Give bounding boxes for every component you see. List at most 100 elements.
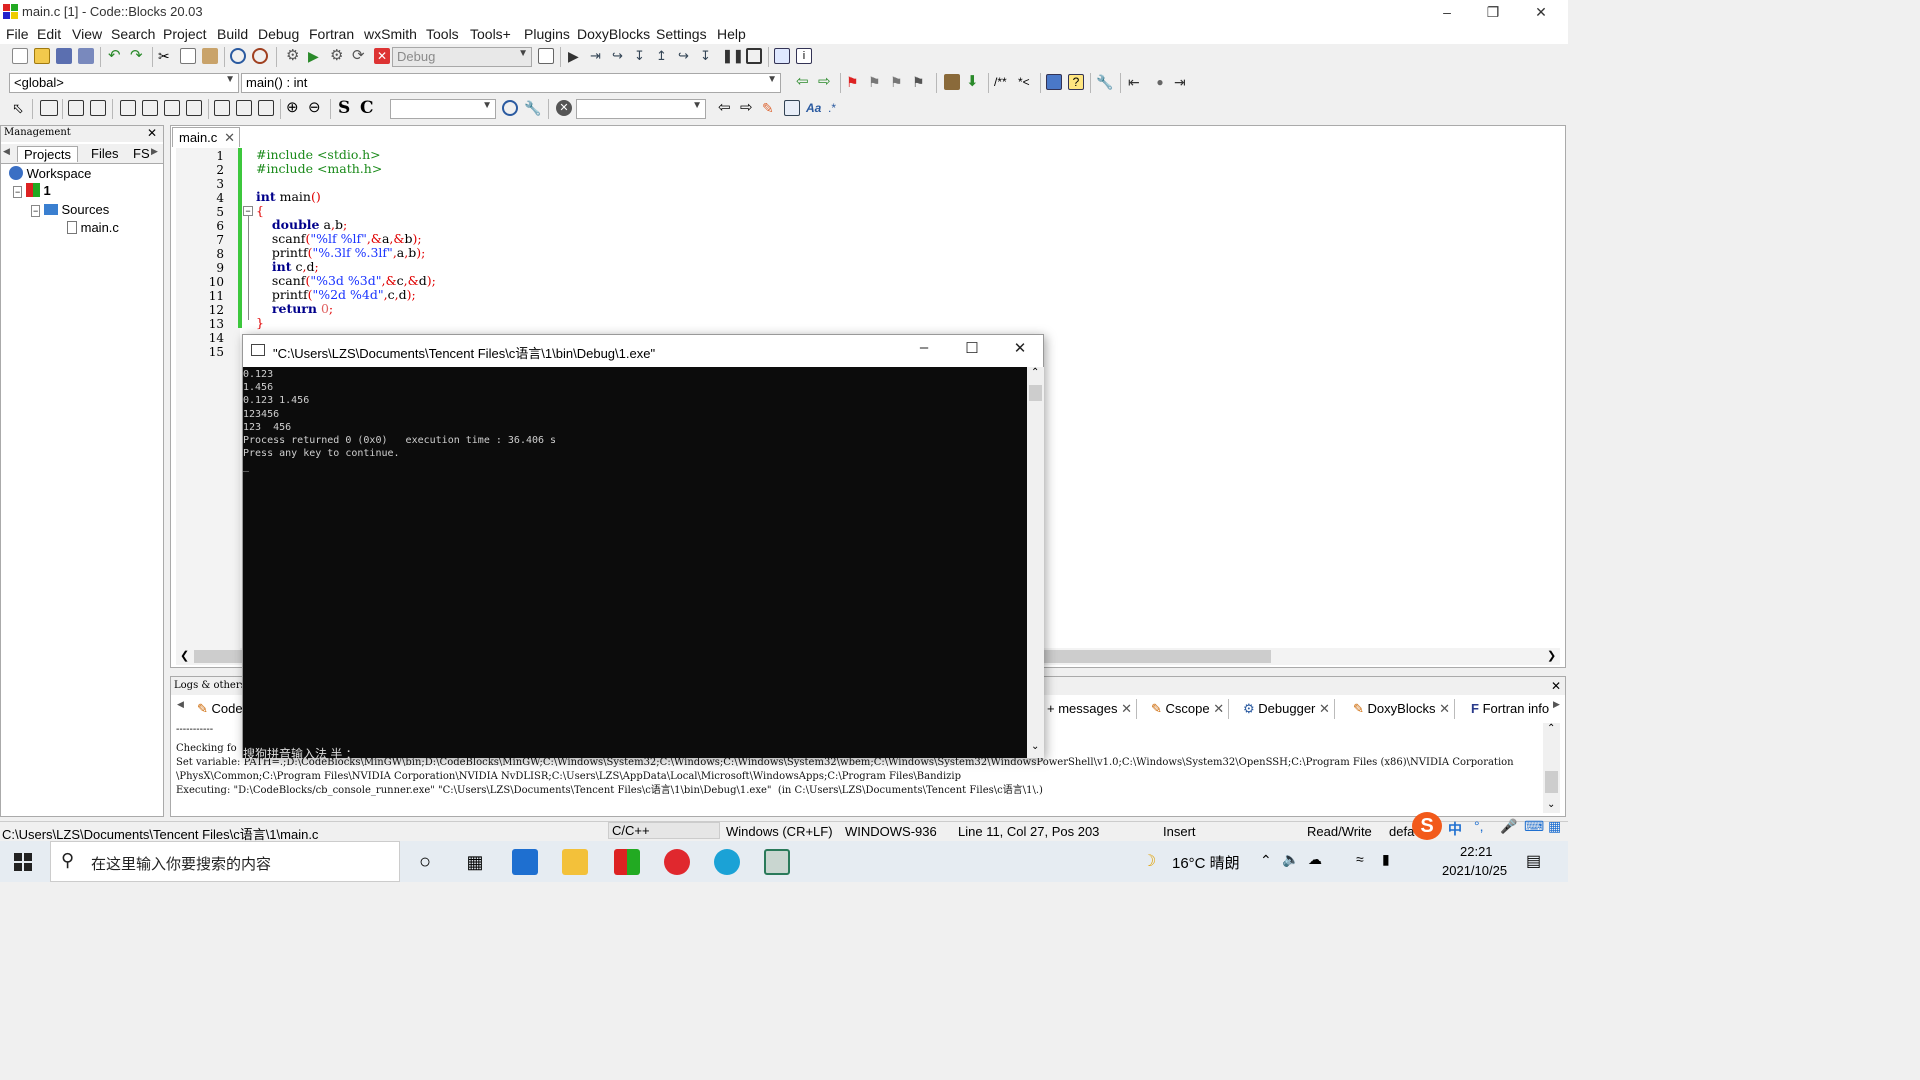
codeblocks-taskbar-icon[interactable] bbox=[614, 849, 640, 875]
save-icon[interactable] bbox=[56, 48, 72, 64]
pointer-icon[interactable]: ⬁ bbox=[12, 100, 28, 116]
log-tab-doxyblocks[interactable]: ✎ DoxyBlocks ✕ bbox=[1349, 699, 1455, 719]
record-icon[interactable]: ● bbox=[1152, 74, 1168, 90]
notification-icon[interactable]: ▤ bbox=[1526, 851, 1541, 871]
find-prev-icon[interactable]: ⇦ bbox=[718, 100, 734, 116]
scroll-down-icon[interactable]: ⌄ bbox=[1547, 799, 1555, 810]
status-language[interactable]: C/C++ bbox=[608, 822, 720, 839]
volume-icon[interactable]: 🔈 bbox=[1282, 851, 1299, 868]
restore-button[interactable]: ❐ bbox=[1470, 0, 1516, 24]
tab-files[interactable]: Files bbox=[91, 146, 118, 161]
build-target-select[interactable]: Debug ▼ bbox=[392, 47, 532, 67]
step-out-icon[interactable]: ↥ bbox=[656, 48, 672, 64]
project-node[interactable]: − 1 bbox=[13, 183, 51, 198]
scroll-left-icon[interactable]: ❮ bbox=[180, 649, 189, 662]
align-top-icon[interactable] bbox=[120, 100, 136, 116]
log-tab-fortran[interactable]: F Fortran info bbox=[1467, 699, 1551, 719]
scroll-thumb[interactable] bbox=[1029, 385, 1042, 401]
chevron-up-icon[interactable]: ⌃ bbox=[1260, 852, 1272, 869]
log-tab-cscope[interactable]: ✎ Cscope ✕ bbox=[1147, 699, 1230, 719]
next-instruction-icon[interactable]: ↪ bbox=[678, 48, 694, 64]
find-icon[interactable] bbox=[230, 48, 246, 64]
debug-windows-icon[interactable] bbox=[774, 48, 790, 64]
close-tab-icon[interactable]: ✕ bbox=[1121, 701, 1132, 716]
close-tab-icon[interactable]: ✕ bbox=[1439, 701, 1450, 716]
build-gear-icon[interactable]: ⚙ bbox=[286, 48, 302, 64]
log-tab-code[interactable]: ✎ Code bbox=[193, 699, 248, 719]
bookmark-clear-icon[interactable]: ⚑ bbox=[912, 74, 928, 90]
run-to-cursor-icon[interactable]: ⇥ bbox=[590, 48, 606, 64]
close-tab-icon[interactable]: ✕ bbox=[1213, 701, 1224, 716]
cortana-icon[interactable]: ○ bbox=[412, 849, 438, 875]
menu-search[interactable]: Search bbox=[111, 26, 155, 42]
paste-icon[interactable] bbox=[202, 48, 218, 64]
menu-tools[interactable]: Tools bbox=[426, 26, 459, 42]
scroll-down-icon[interactable]: ⌄ bbox=[1031, 741, 1039, 752]
console-taskbar-icon[interactable] bbox=[764, 849, 790, 875]
file-node-main-c[interactable]: main.c bbox=[67, 220, 119, 235]
scroll-thumb[interactable] bbox=[1545, 771, 1558, 793]
microphone-icon[interactable]: 🎤 bbox=[1500, 818, 1517, 835]
block-comment-icon[interactable]: /** bbox=[994, 74, 1010, 90]
tab-scroll-right-icon[interactable]: ▶ bbox=[151, 146, 158, 157]
selection-icon[interactable] bbox=[784, 100, 800, 116]
taskbar-search-box[interactable]: ⚲ 在这里输入你要搜索的内容 bbox=[50, 841, 400, 882]
mail-icon[interactable] bbox=[512, 849, 538, 875]
zoom-in-icon[interactable]: ⊕ bbox=[286, 100, 302, 116]
menu-edit[interactable]: Edit bbox=[37, 26, 61, 42]
sizer-grid-icon[interactable] bbox=[90, 100, 106, 116]
tab-fs[interactable]: FS bbox=[133, 146, 150, 161]
tab-projects[interactable]: Projects bbox=[17, 146, 78, 162]
ime-lang-toggle[interactable]: 中 bbox=[1448, 819, 1462, 839]
run-icon[interactable]: ▶ bbox=[308, 48, 324, 64]
menu-help[interactable]: Help bbox=[717, 26, 746, 42]
menu-tools-plus[interactable]: Tools+ bbox=[470, 26, 511, 42]
find-next-icon[interactable]: ⇨ bbox=[740, 100, 756, 116]
close-tab-icon[interactable]: ✕ bbox=[224, 130, 235, 146]
info-icon[interactable]: i bbox=[796, 48, 812, 64]
console-scrollbar[interactable]: ⌃ ⌄ bbox=[1027, 367, 1044, 758]
clear-icon[interactable]: ✕ bbox=[556, 100, 572, 116]
console-maximize-button[interactable]: ☐ bbox=[957, 339, 987, 363]
tab-scroll-right-icon[interactable]: ▶ bbox=[1553, 699, 1560, 710]
netease-music-icon[interactable] bbox=[664, 849, 690, 875]
step-into-icon[interactable]: ↧ bbox=[634, 48, 650, 64]
code-editor[interactable]: #include <stdio.h> #include <math.h> int… bbox=[256, 148, 436, 330]
onedrive-icon[interactable]: ☁ bbox=[1308, 851, 1322, 868]
close-logs-icon[interactable]: ✕ bbox=[1551, 679, 1561, 693]
scroll-right-icon[interactable]: ❯ bbox=[1547, 649, 1556, 662]
bookmark-toggle-icon[interactable]: ⚑ bbox=[846, 74, 862, 90]
copy-icon[interactable] bbox=[180, 48, 196, 64]
border-right-icon[interactable] bbox=[236, 100, 252, 116]
scroll-up-icon[interactable]: ⌃ bbox=[1031, 367, 1039, 378]
s-icon[interactable]: S bbox=[338, 100, 354, 117]
file-explorer-icon[interactable] bbox=[562, 849, 588, 875]
task-view-icon[interactable]: ▦ bbox=[462, 849, 488, 875]
next-line-icon[interactable]: ↪ bbox=[612, 48, 628, 64]
collapse-icon[interactable]: − bbox=[13, 186, 23, 198]
target-dialog-icon[interactable] bbox=[538, 48, 554, 64]
debug-run-icon[interactable]: ▶ bbox=[568, 48, 584, 64]
search-combo[interactable]: ▼ bbox=[576, 99, 706, 119]
align-center-icon[interactable] bbox=[142, 100, 158, 116]
rebuild-icon[interactable]: ⟳ bbox=[352, 48, 368, 64]
console-output-area[interactable]: 0.123 1.456 0.123 1.456 123456 123 456 P… bbox=[243, 367, 1027, 761]
cut-icon[interactable]: ✂ bbox=[158, 48, 174, 64]
align-bottom-icon[interactable] bbox=[164, 100, 180, 116]
doxy-extract-icon[interactable]: ⬇ bbox=[966, 74, 982, 90]
menu-fortran[interactable]: Fortran bbox=[309, 26, 354, 42]
new-file-icon[interactable] bbox=[12, 48, 28, 64]
logs-vertical-scrollbar[interactable]: ⌃ ⌄ bbox=[1543, 723, 1560, 813]
search-icon[interactable] bbox=[502, 100, 518, 116]
redo-icon[interactable]: ↷ bbox=[130, 48, 146, 64]
close-button[interactable]: ✕ bbox=[1518, 0, 1564, 24]
punctuation-icon[interactable]: °, bbox=[1474, 818, 1484, 834]
tab-scroll-left-icon[interactable]: ◀ bbox=[3, 146, 10, 157]
undo-icon[interactable]: ↶ bbox=[108, 48, 124, 64]
highlight-icon[interactable]: ✎ bbox=[762, 100, 778, 116]
menu-project[interactable]: Project bbox=[163, 26, 207, 42]
menu-plugins[interactable]: Plugins bbox=[524, 26, 570, 42]
settings-wrench-icon[interactable]: 🔧 bbox=[524, 100, 541, 116]
close-panel-icon[interactable]: ✕ bbox=[147, 126, 157, 140]
help-icon[interactable]: ? bbox=[1068, 74, 1084, 90]
